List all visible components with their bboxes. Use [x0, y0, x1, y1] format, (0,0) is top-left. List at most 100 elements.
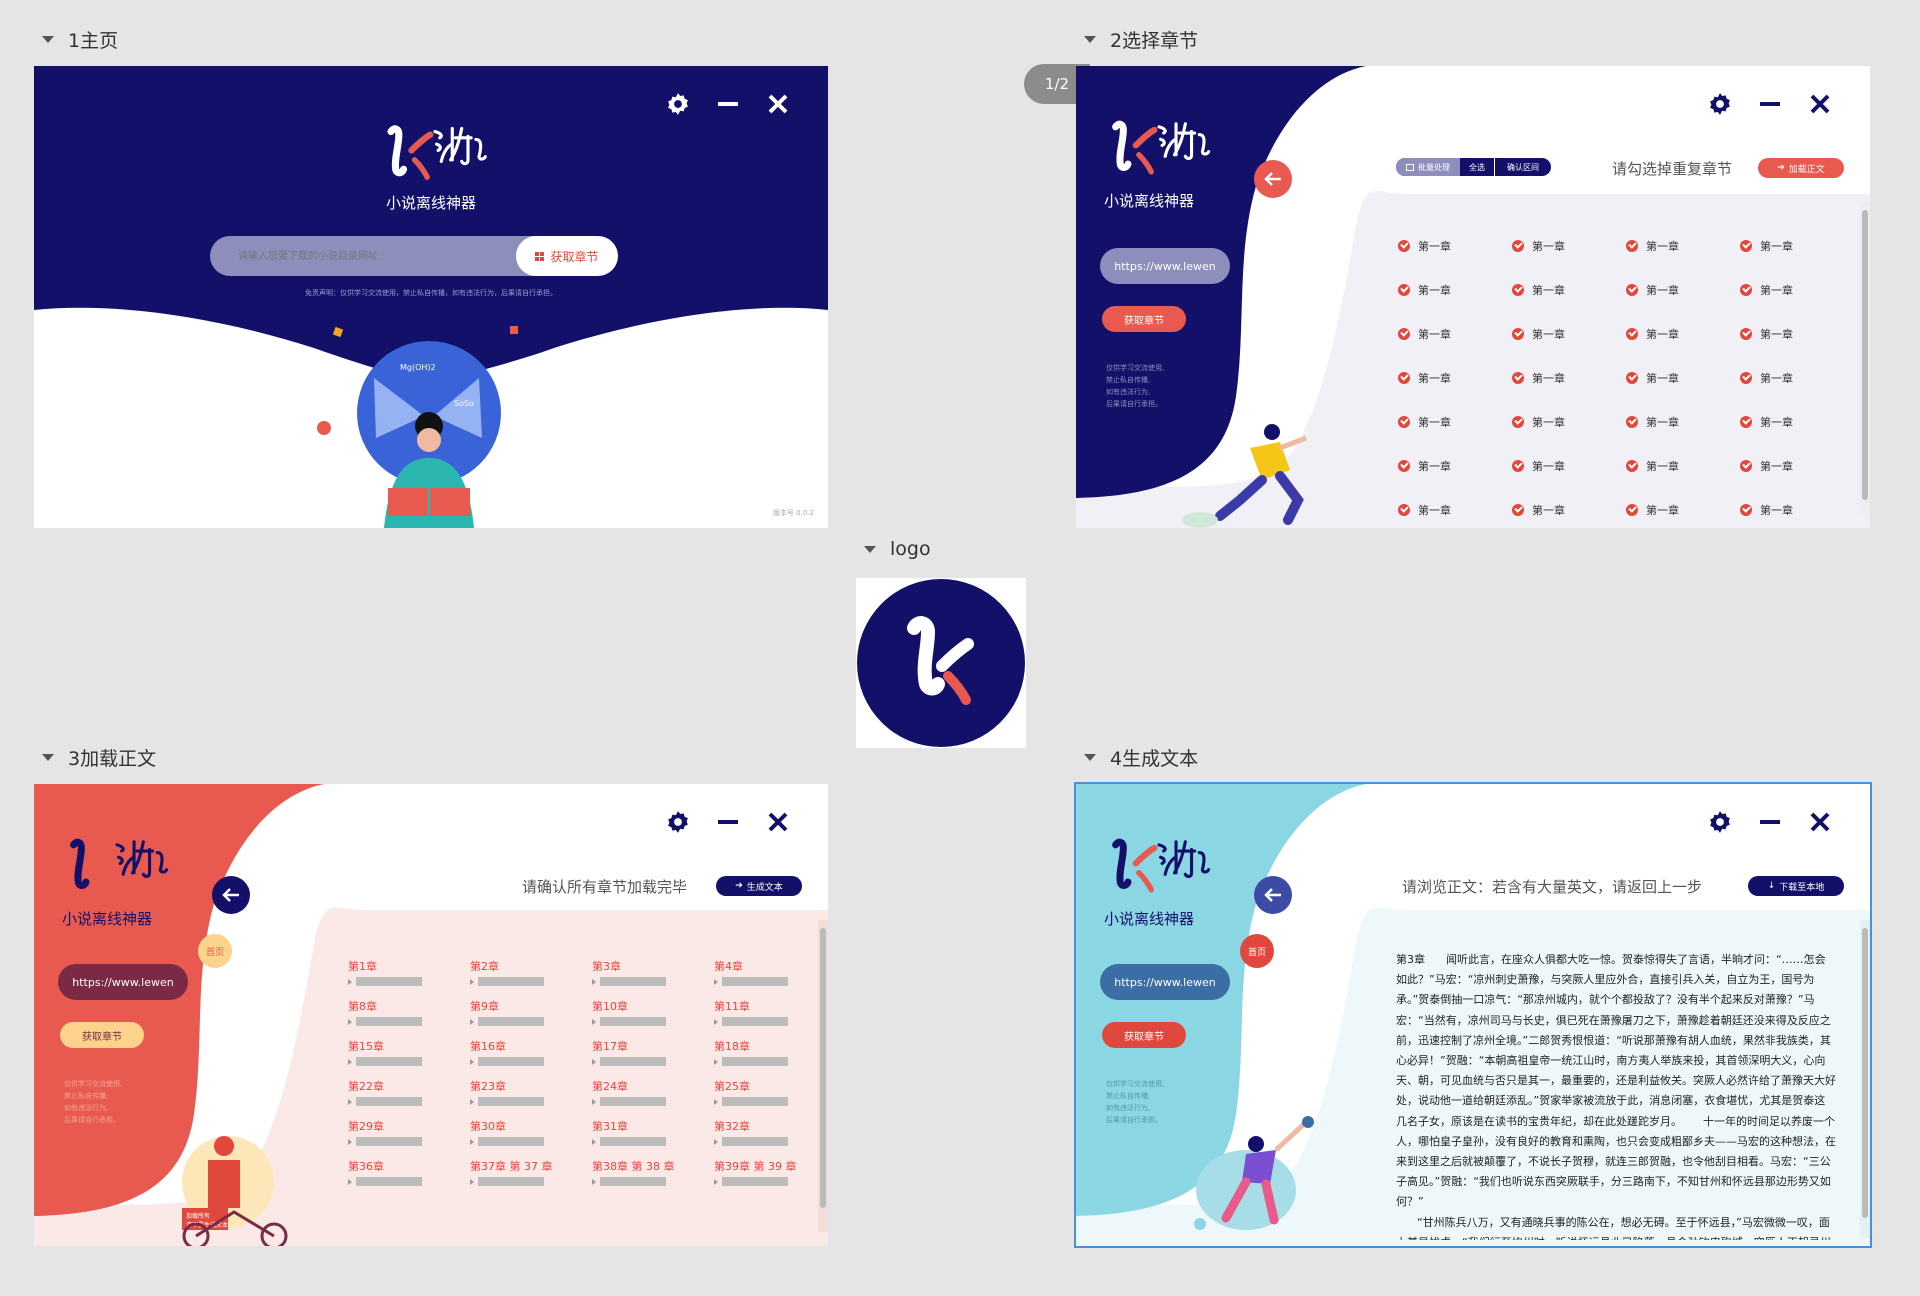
chapter-label: 第一章 — [1646, 372, 1679, 385]
home-button[interactable]: 首页 — [1240, 934, 1274, 968]
chapter-checkbox[interactable]: 第一章 — [1740, 238, 1854, 254]
loaded-chapter-item[interactable]: 第38章 第 38 章 — [592, 1160, 714, 1186]
chapter-checkbox[interactable]: 第一章 — [1626, 370, 1740, 386]
chapter-checkbox[interactable]: 第一章 — [1398, 370, 1512, 386]
loaded-chapter-item[interactable]: 第37章 第 37 章 — [470, 1160, 592, 1186]
chapter-checkbox[interactable]: 第一章 — [1512, 326, 1626, 342]
app-subtitle: 小说离线神器 — [1104, 910, 1195, 928]
frame-label-select[interactable]: 2选择章节 — [1084, 26, 1198, 53]
download-local-button[interactable]: ↓ 下载至本地 — [1748, 876, 1844, 896]
chapter-checkbox[interactable]: 第一章 — [1512, 414, 1626, 430]
close-icon[interactable] — [1806, 808, 1834, 836]
frame-label-generate[interactable]: 4生成文本 — [1084, 744, 1198, 771]
loaded-chapter-item[interactable]: 第16章 — [470, 1040, 592, 1066]
load-content-button[interactable]: ➔ 加载正文 — [1758, 158, 1844, 178]
url-field[interactable]: https://www.lewen — [1100, 964, 1230, 1000]
close-icon[interactable] — [764, 808, 792, 836]
chapter-checkbox[interactable]: 第一章 — [1740, 282, 1854, 298]
fetch-chapters-button[interactable]: 获取章节 — [516, 236, 618, 276]
minimize-icon[interactable] — [1756, 90, 1784, 118]
caret-left-icon — [470, 978, 474, 985]
frame-label-load[interactable]: 3加载正文 — [42, 744, 156, 771]
chapter-checkbox[interactable]: 第一章 — [1398, 414, 1512, 430]
loaded-chapter-item[interactable]: 第10章 — [592, 1000, 714, 1026]
url-search-input[interactable] — [210, 236, 550, 276]
back-arrow-button[interactable] — [1254, 876, 1292, 914]
chapter-checkbox[interactable]: 第一章 — [1512, 458, 1626, 474]
loaded-chapter-item[interactable]: 第23章 — [470, 1080, 592, 1106]
settings-gear-icon[interactable] — [664, 90, 692, 118]
loaded-chapter-item[interactable]: 第29章 — [348, 1120, 470, 1146]
chapter-label: 第一章 — [1760, 372, 1793, 385]
chapter-checkbox[interactable]: 第一章 — [1626, 326, 1740, 342]
app-subtitle: 小说离线神器 — [385, 194, 476, 212]
chapter-checkbox[interactable]: 第一章 — [1626, 282, 1740, 298]
frame-label-home[interactable]: 1主页 — [42, 26, 118, 53]
loaded-chapter-item[interactable]: 第15章 — [348, 1040, 470, 1066]
copy-icon — [1406, 163, 1414, 171]
loaded-chapter-item[interactable]: 第1章 — [348, 960, 470, 986]
loaded-chapter-item[interactable]: 第24章 — [592, 1080, 714, 1106]
loaded-chapter-item[interactable]: 第8章 — [348, 1000, 470, 1026]
chapter-checkbox[interactable]: 第一章 — [1398, 326, 1512, 342]
chapter-checkbox[interactable]: 第一章 — [1740, 370, 1854, 386]
chapter-checkbox[interactable]: 第一章 — [1740, 326, 1854, 342]
loaded-chapter-item[interactable]: 第30章 — [470, 1120, 592, 1146]
chapter-checkbox[interactable]: 第一章 — [1398, 502, 1512, 518]
scrollbar[interactable] — [1860, 920, 1870, 1238]
settings-gear-icon[interactable] — [1706, 808, 1734, 836]
settings-gear-icon[interactable] — [664, 808, 692, 836]
chapter-checkbox[interactable]: 第一章 — [1740, 414, 1854, 430]
back-arrow-button[interactable] — [212, 876, 250, 914]
loaded-chapter-item[interactable]: 第36章 — [348, 1160, 470, 1186]
frame-label-logo[interactable]: logo — [864, 538, 931, 560]
scrollbar[interactable] — [818, 920, 828, 1232]
minimize-icon[interactable] — [714, 90, 742, 118]
loaded-chapter-item[interactable]: 第4章 — [714, 960, 828, 986]
settings-gear-icon[interactable] — [1706, 90, 1734, 118]
chapter-checkbox[interactable]: 第一章 — [1398, 282, 1512, 298]
loaded-chapter-item[interactable]: 第31章 — [592, 1120, 714, 1146]
chapter-checkbox[interactable]: 第一章 — [1626, 502, 1740, 518]
chapter-checkbox[interactable]: 第一章 — [1512, 502, 1626, 518]
loaded-chapter-item[interactable]: 第9章 — [470, 1000, 592, 1026]
chapter-checkbox[interactable]: 第一章 — [1626, 458, 1740, 474]
caret-left-icon — [348, 1058, 352, 1065]
loaded-chapter-item[interactable]: 第3章 — [592, 960, 714, 986]
url-field[interactable]: https://www.lewen — [1100, 248, 1230, 284]
chapter-checkbox[interactable]: 第一章 — [1626, 414, 1740, 430]
loaded-chapter-item[interactable]: 第32章 — [714, 1120, 828, 1146]
chapter-checkbox[interactable]: 第一章 — [1512, 370, 1626, 386]
chapter-checkbox[interactable]: 第一章 — [1626, 238, 1740, 254]
back-arrow-button[interactable] — [1254, 160, 1292, 198]
close-icon[interactable] — [1806, 90, 1834, 118]
chapter-checkbox[interactable]: 第一章 — [1512, 282, 1626, 298]
chapter-checkbox[interactable]: 第一章 — [1398, 458, 1512, 474]
fetch-chapters-button[interactable]: 获取章节 — [1102, 306, 1186, 332]
loaded-chapter-item[interactable]: 第22章 — [348, 1080, 470, 1106]
chapter-checkbox[interactable]: 第一章 — [1512, 238, 1626, 254]
loaded-chapter-item[interactable]: 第2章 — [470, 960, 592, 986]
select-all-button[interactable]: 全选 — [1460, 158, 1495, 176]
minimize-icon[interactable] — [1756, 808, 1784, 836]
close-icon[interactable] — [764, 90, 792, 118]
batch-process-toggle[interactable]: 批量处理 — [1396, 158, 1460, 176]
generate-text-button[interactable]: ➔ 生成文本 — [716, 876, 802, 896]
loaded-chapter-item[interactable]: 第18章 — [714, 1040, 828, 1066]
confirm-range-button[interactable]: 确认区间 — [1495, 158, 1551, 176]
generated-text-body[interactable]: 第3章 闻听此言，在座众人俱都大吃一惊。贺泰惊得失了言语，半晌才问：“……怎会如… — [1396, 950, 1836, 1240]
chapter-checkbox[interactable]: 第一章 — [1740, 502, 1854, 518]
scrollbar[interactable] — [1860, 202, 1870, 514]
checkmark-icon — [1512, 240, 1524, 252]
minimize-icon[interactable] — [714, 808, 742, 836]
fetch-chapters-button[interactable]: 获取章节 — [1102, 1022, 1186, 1048]
fetch-chapters-button[interactable]: 获取章节 — [60, 1022, 144, 1048]
url-field[interactable]: https://www.lewen — [58, 964, 188, 1000]
chapter-checkbox[interactable]: 第一章 — [1740, 458, 1854, 474]
loaded-chapter-item[interactable]: 第17章 — [592, 1040, 714, 1066]
chapter-checkbox[interactable]: 第一章 — [1398, 238, 1512, 254]
loaded-chapter-item[interactable]: 第25章 — [714, 1080, 828, 1106]
home-button[interactable]: 首页 — [198, 934, 232, 968]
loaded-chapter-item[interactable]: 第11章 — [714, 1000, 828, 1026]
loaded-chapter-item[interactable]: 第39章 第 39 章 — [714, 1160, 828, 1186]
